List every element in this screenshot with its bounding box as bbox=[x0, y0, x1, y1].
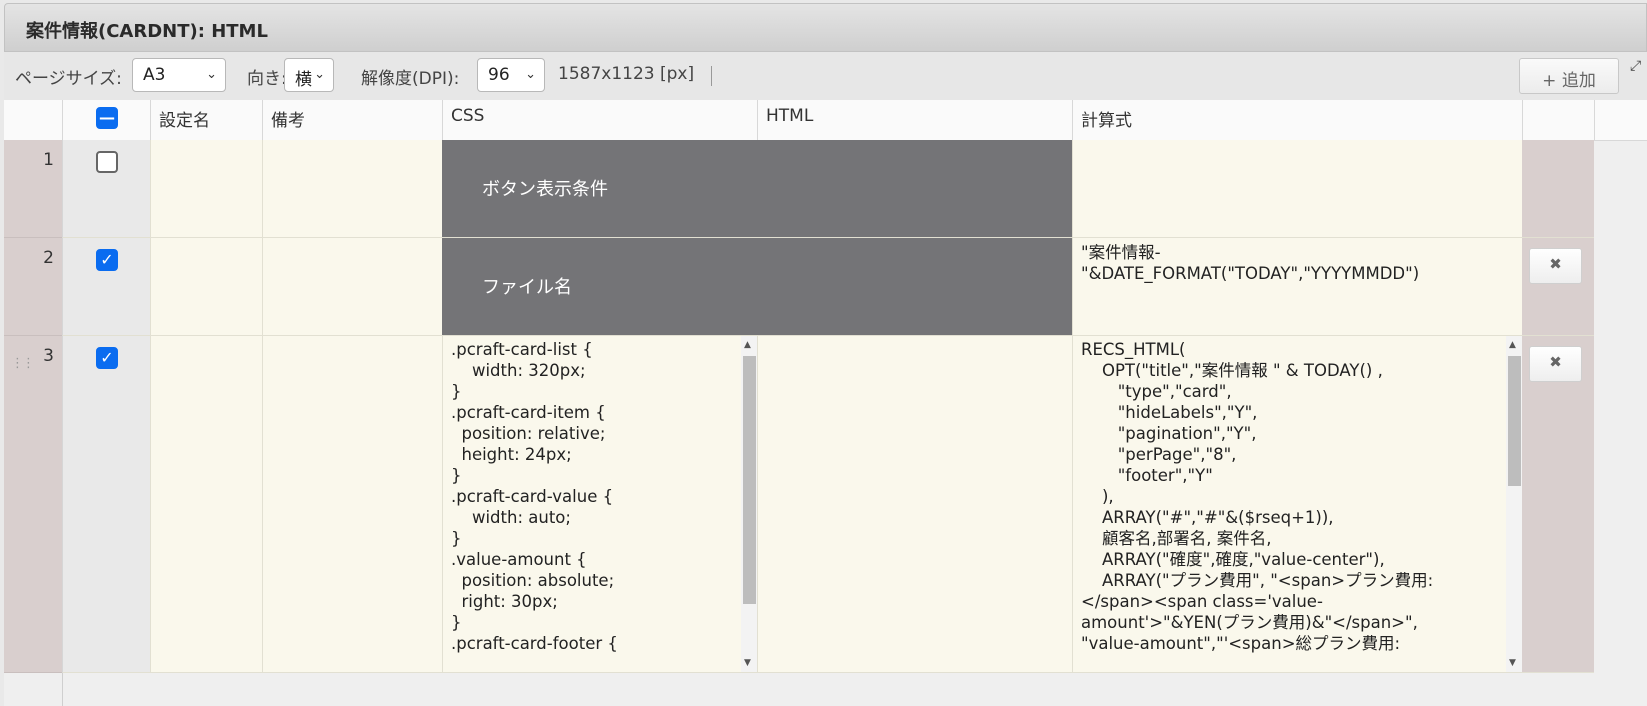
css-scrollbar[interactable]: ▲ ▼ bbox=[741, 336, 757, 672]
column-header-actions bbox=[1522, 100, 1594, 140]
css-editor[interactable]: .pcraft-card-list { width: 320px; } .pcr… bbox=[451, 339, 618, 654]
formula-scrollbar[interactable]: ▲ ▼ bbox=[1506, 336, 1522, 672]
table-row: 2 ✓ ファイル名 "案件情報- "&DATE_FORMAT("TODAY","… bbox=[4, 238, 1647, 336]
row-label: ボタン表示条件 bbox=[482, 179, 608, 200]
scrollbar-thumb[interactable] bbox=[743, 356, 756, 604]
close-icon: ✖ bbox=[1549, 255, 1562, 273]
html-settings-grid: — 設定名 備考 CSS HTML 計算式 1 ボタン表示条件 2 ✓ ファイル… bbox=[4, 100, 1647, 706]
page-size-label: ページサイズ: bbox=[15, 69, 122, 89]
row-checkbox[interactable]: ✓ bbox=[96, 347, 118, 369]
row-number-text: 3 bbox=[43, 346, 54, 366]
column-header-formula[interactable]: 計算式 bbox=[1072, 100, 1522, 140]
setting-name-cell[interactable] bbox=[150, 140, 262, 238]
close-icon: ✖ bbox=[1549, 353, 1562, 371]
orientation-label: 向き: bbox=[247, 69, 287, 89]
css-cell[interactable]: .pcraft-card-list { width: 320px; } .pcr… bbox=[442, 336, 757, 673]
row-number: ⋮⋮ 3 bbox=[4, 336, 62, 673]
html-cell[interactable] bbox=[757, 336, 1072, 673]
page-dimensions: 1587x1123 [px] bbox=[558, 64, 695, 84]
scroll-down-icon[interactable]: ▼ bbox=[1509, 658, 1516, 668]
window-title: 案件情報(CARDNT): HTML bbox=[26, 21, 268, 42]
row-checkbox-cell: ✓ bbox=[62, 336, 150, 673]
formula-editor[interactable]: RECS_HTML( OPT("title","案件情報 " & TODAY()… bbox=[1081, 339, 1433, 654]
orientation-value: 横 bbox=[295, 70, 312, 90]
expand-icon[interactable]: ⤢ bbox=[1630, 58, 1641, 74]
toolbar-divider bbox=[711, 66, 712, 86]
page-size-value: A3 bbox=[143, 65, 166, 85]
row-actions-cell bbox=[1522, 140, 1594, 238]
add-button[interactable]: + 追加 bbox=[1519, 58, 1619, 94]
scroll-up-icon[interactable]: ▲ bbox=[1509, 340, 1516, 350]
row-number: 2 bbox=[4, 238, 62, 336]
column-header-note[interactable]: 備考 bbox=[262, 100, 442, 140]
chevron-down-icon: ⌄ bbox=[206, 67, 217, 82]
note-cell[interactable] bbox=[262, 336, 442, 673]
grid-divider bbox=[62, 673, 63, 706]
scroll-up-icon[interactable]: ▲ bbox=[744, 340, 751, 350]
toolbar: ページサイズ: A3 ⌄ 向き: 横 ⌄ 解像度(DPI): 96 ⌄ 1587… bbox=[4, 52, 1647, 100]
row-checkbox[interactable]: ✓ bbox=[96, 249, 118, 271]
grid-header: — 設定名 備考 CSS HTML 計算式 bbox=[4, 100, 1647, 141]
row-checkbox-cell bbox=[62, 140, 150, 238]
column-header-setting-name[interactable]: 設定名 bbox=[150, 100, 262, 140]
row-checkbox[interactable] bbox=[96, 151, 118, 173]
row-label: ファイル名 bbox=[482, 277, 572, 298]
scroll-down-icon[interactable]: ▼ bbox=[744, 658, 751, 668]
dpi-select[interactable]: 96 ⌄ bbox=[477, 58, 545, 92]
select-all-cell: — bbox=[62, 100, 150, 140]
delete-row-button[interactable]: ✖ bbox=[1529, 248, 1582, 284]
column-header-html[interactable]: HTML bbox=[757, 100, 1072, 140]
row-actions-cell: ✖ bbox=[1522, 336, 1594, 673]
formula-text: "案件情報- "&DATE_FORMAT("TODAY","YYYYMMDD") bbox=[1081, 243, 1420, 283]
select-all-checkbox[interactable]: — bbox=[96, 107, 118, 129]
chevron-down-icon: ⌄ bbox=[314, 67, 325, 82]
column-header-css[interactable]: CSS bbox=[442, 100, 757, 140]
setting-name-cell[interactable] bbox=[150, 336, 262, 673]
setting-name-cell[interactable] bbox=[150, 238, 262, 336]
merged-css-html-cell[interactable]: ボタン表示条件 bbox=[442, 140, 1072, 238]
table-row: ⋮⋮ 3 ✓ .pcraft-card-list { width: 320px;… bbox=[4, 336, 1647, 673]
formula-cell[interactable]: "案件情報- "&DATE_FORMAT("TODAY","YYYYMMDD") bbox=[1072, 238, 1522, 336]
row-checkbox-cell: ✓ bbox=[62, 238, 150, 336]
dpi-value: 96 bbox=[488, 65, 510, 85]
page-size-select[interactable]: A3 ⌄ bbox=[132, 58, 226, 92]
scrollbar-thumb[interactable] bbox=[1508, 356, 1521, 486]
drag-handle-icon[interactable]: ⋮⋮ bbox=[11, 356, 35, 371]
row-number: 1 bbox=[4, 140, 62, 238]
note-cell[interactable] bbox=[262, 140, 442, 238]
formula-cell[interactable]: RECS_HTML( OPT("title","案件情報 " & TODAY()… bbox=[1072, 336, 1522, 673]
delete-row-button[interactable]: ✖ bbox=[1529, 346, 1582, 382]
chevron-down-icon: ⌄ bbox=[525, 67, 536, 82]
row-actions-cell: ✖ bbox=[1522, 238, 1594, 336]
window-titlebar: 案件情報(CARDNT): HTML bbox=[4, 3, 1647, 52]
formula-cell[interactable] bbox=[1072, 140, 1522, 238]
column-header-spacer bbox=[1594, 100, 1647, 140]
orientation-select[interactable]: 横 ⌄ bbox=[284, 58, 334, 92]
table-row: 1 ボタン表示条件 bbox=[4, 140, 1647, 238]
note-cell[interactable] bbox=[262, 238, 442, 336]
dpi-label: 解像度(DPI): bbox=[361, 69, 460, 89]
merged-css-html-cell[interactable]: ファイル名 bbox=[442, 238, 1072, 336]
